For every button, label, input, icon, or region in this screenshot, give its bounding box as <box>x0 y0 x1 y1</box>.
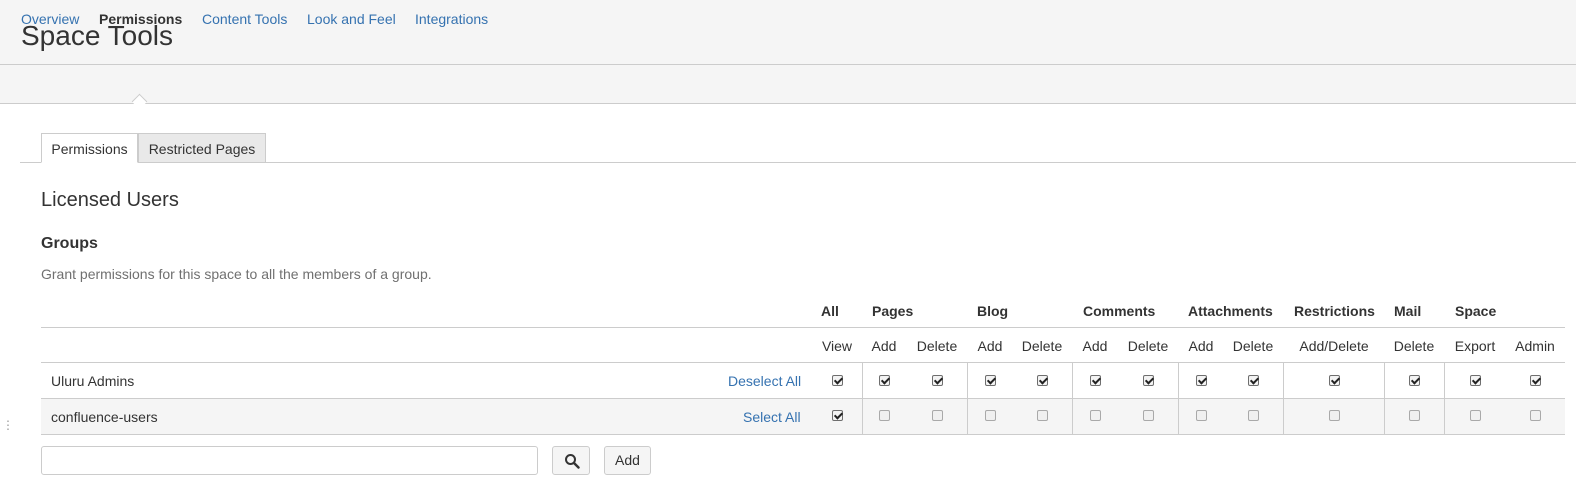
section-title: Licensed Users <box>41 189 179 211</box>
tab-restricted-pages[interactable]: Restricted Pages <box>138 133 266 163</box>
permission-checkbox[interactable] <box>1470 410 1481 421</box>
column-divider <box>862 363 863 435</box>
column-divider <box>967 363 968 435</box>
permission-checkbox[interactable] <box>879 375 890 386</box>
column-header: Delete <box>916 338 958 354</box>
permission-checkbox[interactable] <box>1329 410 1340 421</box>
permission-checkbox[interactable] <box>1530 375 1541 386</box>
group-search-input[interactable] <box>41 446 538 475</box>
permission-checkbox[interactable] <box>1090 410 1101 421</box>
header-divider <box>41 327 1565 328</box>
nav-overview[interactable]: Overview <box>21 10 79 28</box>
select-all-link[interactable]: Select All <box>743 408 801 426</box>
deselect-all-link[interactable]: Deselect All <box>728 372 801 390</box>
permission-checkbox[interactable] <box>932 410 943 421</box>
permission-checkbox[interactable] <box>1470 375 1481 386</box>
column-header: Add/Delete <box>1299 338 1369 354</box>
group-name: confluence-users <box>51 409 158 425</box>
column-divider <box>1178 363 1179 435</box>
permission-checkbox[interactable] <box>985 375 996 386</box>
column-header: Add <box>1082 338 1108 354</box>
category-mail: Mail <box>1394 303 1422 319</box>
column-header: Delete <box>1127 338 1169 354</box>
column-divider <box>1283 363 1284 435</box>
group-name: Uluru Admins <box>51 373 135 389</box>
nav-look-and-feel[interactable]: Look and Feel <box>307 10 396 28</box>
permission-checkbox[interactable] <box>1143 410 1154 421</box>
category-pages: Pages <box>872 303 914 319</box>
permission-checkbox[interactable] <box>1329 375 1340 386</box>
permission-checkbox[interactable] <box>1090 375 1101 386</box>
permission-checkbox[interactable] <box>1196 375 1207 386</box>
permission-checkbox[interactable] <box>1409 410 1420 421</box>
column-header: Add <box>871 338 897 354</box>
category-attachments: Attachments <box>1188 303 1273 319</box>
column-header: Delete <box>1393 338 1435 354</box>
category-space: Space <box>1455 303 1497 319</box>
category-comments: Comments <box>1083 303 1156 319</box>
column-divider <box>1384 363 1385 435</box>
permission-checkbox[interactable] <box>985 410 996 421</box>
table-bottom-border <box>41 434 1565 435</box>
permission-checkbox[interactable] <box>1530 410 1541 421</box>
groups-heading: Groups <box>41 235 98 252</box>
category-restrictions: Restrictions <box>1294 303 1375 319</box>
nav-permissions[interactable]: Permissions <box>99 10 182 28</box>
nav-integrations[interactable]: Integrations <box>415 10 488 28</box>
column-header: Export <box>1454 338 1496 354</box>
permission-checkbox[interactable] <box>879 410 890 421</box>
space-tools-nav <box>0 65 1576 104</box>
permission-checkbox[interactable] <box>1248 375 1259 386</box>
permission-checkbox[interactable] <box>932 375 943 386</box>
category-blog: Blog <box>977 303 1009 319</box>
search-icon <box>565 454 580 469</box>
permission-checkbox[interactable] <box>1143 375 1154 386</box>
nav-content-tools[interactable]: Content Tools <box>202 10 287 28</box>
permission-checkbox[interactable] <box>832 375 843 386</box>
permission-checkbox[interactable] <box>1037 410 1048 421</box>
permission-checkbox[interactable] <box>1409 375 1420 386</box>
add-group-button[interactable]: Add <box>604 446 651 475</box>
permission-checkbox[interactable] <box>1037 375 1048 386</box>
permission-checkbox[interactable] <box>832 410 843 421</box>
column-header: Delete <box>1021 338 1063 354</box>
permission-checkbox[interactable] <box>1196 410 1207 421</box>
permission-checkbox[interactable] <box>1248 410 1259 421</box>
search-button[interactable] <box>552 446 590 475</box>
column-divider <box>1072 363 1073 435</box>
category-all: All <box>821 303 839 319</box>
resize-handle-icon[interactable]: ⋮ <box>2 419 14 431</box>
column-header: Add <box>1188 338 1214 354</box>
column-divider <box>1444 363 1445 435</box>
column-header: Admin <box>1515 338 1555 354</box>
tab-permissions[interactable]: Permissions <box>41 133 138 163</box>
column-header: Add <box>977 338 1003 354</box>
column-header: Delete <box>1232 338 1274 354</box>
groups-description: Grant permissions for this space to all … <box>41 266 432 282</box>
